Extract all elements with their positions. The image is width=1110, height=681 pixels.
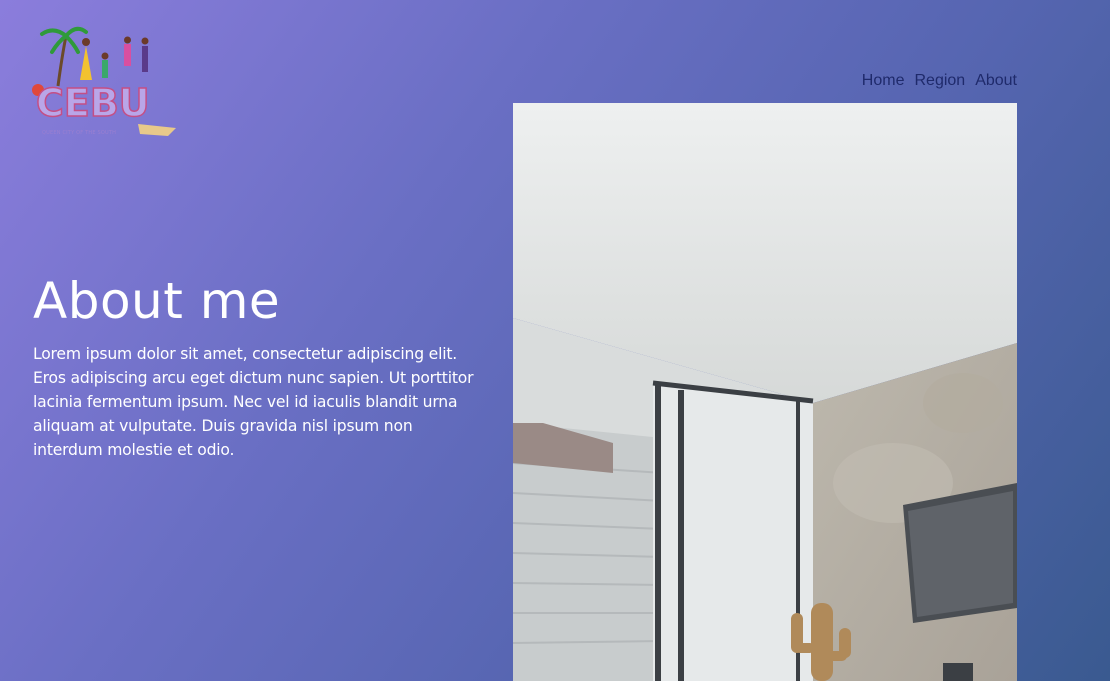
- nav-home-link[interactable]: Home: [862, 72, 905, 90]
- about-body-text: Lorem ipsum dolor sit amet, consectetur …: [33, 345, 474, 459]
- main-nav: Home Region About: [862, 72, 1017, 90]
- page-title: About me: [33, 272, 281, 330]
- room-photo: [513, 103, 1017, 681]
- nav-about-link[interactable]: About: [975, 72, 1017, 90]
- cebu-logo[interactable]: CEBU QUEEN CITY OF THE SOUTH: [28, 16, 180, 146]
- cebu-logo-illustration: CEBU: [32, 26, 176, 136]
- room-photo-image: [513, 103, 1017, 681]
- nav-region-link[interactable]: Region: [914, 72, 965, 90]
- cebu-wordmark: CEBU: [36, 81, 150, 125]
- logo-tagline: QUEEN CITY OF THE SOUTH: [42, 130, 117, 136]
